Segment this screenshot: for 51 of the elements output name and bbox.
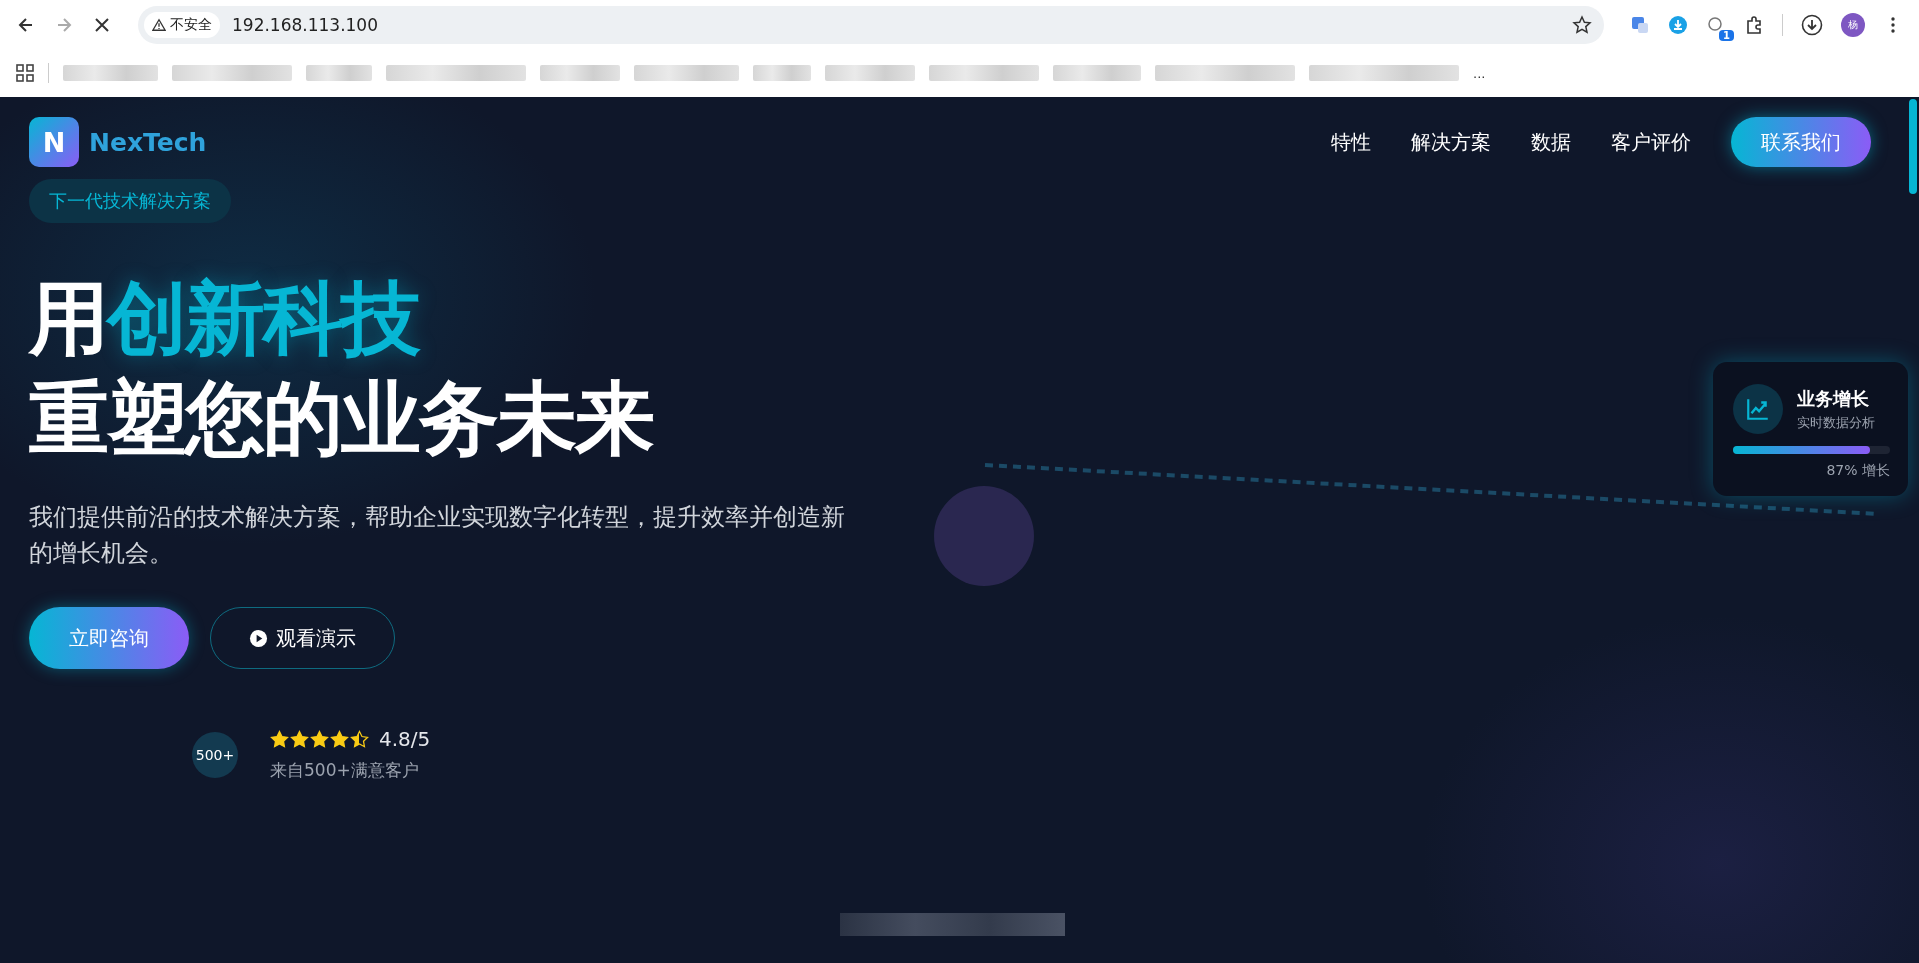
download-icon[interactable]: [1668, 14, 1688, 35]
card-subtitle: 实时数据分析: [1797, 413, 1875, 432]
consult-button[interactable]: 立即咨询: [29, 607, 189, 669]
rating-score: 4.8/5: [379, 727, 431, 751]
blurred-bookmark[interactable]: [306, 65, 372, 81]
blurred-bookmark[interactable]: [825, 65, 915, 81]
hero-description: 我们提供前沿的技术解决方案，帮助企业实现数字化转型，提升效率并创造新的增长机会。: [29, 502, 846, 569]
blurred-bookmark[interactable]: [929, 65, 1039, 81]
chart-trend-icon: [1733, 384, 1783, 434]
star-icon: [290, 729, 309, 749]
warning-icon: [152, 17, 166, 32]
download-circle-icon[interactable]: [1801, 13, 1823, 36]
notification-badge: 1: [1719, 29, 1734, 41]
logo-mark: N: [29, 117, 79, 167]
blurred-bookmark[interactable]: [63, 65, 158, 81]
security-chip[interactable]: 不安全: [144, 11, 220, 38]
puzzle-icon[interactable]: [1744, 14, 1764, 35]
card-title: 业务增长: [1797, 386, 1870, 411]
nav-link[interactable]: 数据: [1531, 128, 1571, 156]
play-icon: [249, 628, 268, 648]
hero-heading-line: 重塑您的业务未来: [29, 371, 653, 467]
address-bar[interactable]: 不安全 192.168.113.100: [138, 5, 1604, 44]
star-icon: [270, 729, 289, 749]
profile-avatar[interactable]: 杨: [1841, 12, 1865, 37]
apps-grid-icon[interactable]: [16, 64, 34, 82]
blurred-bookmark[interactable]: [540, 65, 620, 81]
more-bookmarks[interactable]: ...: [1473, 65, 1486, 81]
star-icon: [350, 729, 369, 749]
blurred-bookmark[interactable]: [172, 65, 292, 81]
contact-button[interactable]: 联系我们: [1731, 117, 1871, 167]
customer-count-badge: 500+: [192, 731, 238, 778]
scrollbar-thumb[interactable]: [1909, 99, 1917, 194]
security-label: 不安全: [170, 15, 212, 34]
url-text: 192.168.113.100: [232, 14, 379, 35]
bookmark-star-icon[interactable]: [1572, 14, 1592, 35]
rating-caption: 来自500+满意客户: [270, 759, 420, 782]
hero-heading-line: 用创新科技: [29, 271, 419, 367]
blurred-bookmark[interactable]: [1155, 65, 1295, 81]
growth-reading: 87% 增长: [1825, 462, 1890, 480]
nav-link[interactable]: 解决方案: [1411, 128, 1491, 156]
star-icon: [310, 729, 329, 749]
star-icon: [330, 729, 349, 749]
blurred-bookmark[interactable]: [1053, 65, 1141, 81]
blurred-bookmark[interactable]: [753, 65, 811, 81]
blurred-bookmark[interactable]: [1309, 65, 1459, 81]
nav-link[interactable]: 客户评价: [1611, 128, 1691, 156]
nav-link[interactable]: 特性: [1331, 128, 1371, 156]
tagline-badge: 下一代技术解决方案: [29, 179, 231, 223]
brand-name[interactable]: NexTech: [89, 127, 207, 157]
blurred-bookmark[interactable]: [386, 65, 526, 81]
blurred-bookmark[interactable]: [634, 65, 739, 81]
